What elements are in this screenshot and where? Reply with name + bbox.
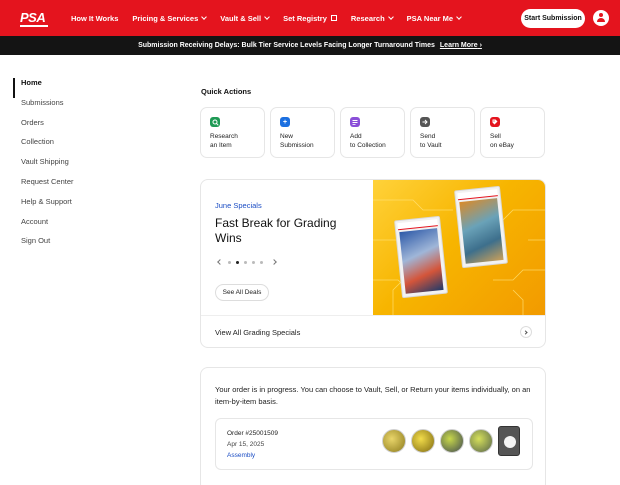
sidebar-item-help-support[interactable]: Help & Support: [13, 197, 123, 217]
external-link-icon: [330, 15, 337, 21]
chevron-down-icon: [456, 13, 462, 20]
plus-icon: +: [280, 117, 290, 127]
coin-thumbnail: [411, 429, 435, 453]
sidebar-item-collection[interactable]: Collection: [13, 137, 123, 157]
start-submission-button[interactable]: Start Submission: [521, 9, 585, 28]
quick-actions-title: Quick Actions: [201, 87, 252, 96]
nav-label: Vault & Sell: [220, 13, 262, 23]
tag-icon: [490, 117, 500, 127]
order-status: Assembly: [227, 452, 256, 459]
quick-action-new-submission[interactable]: + New Submission: [270, 107, 335, 158]
quick-action-label: Send to Vault: [420, 133, 442, 149]
nav-psa-near-me[interactable]: PSA Near Me: [406, 13, 462, 23]
carousel-dot[interactable]: [228, 260, 231, 264]
nav-research[interactable]: Research: [350, 13, 394, 23]
collection-icon: [350, 117, 360, 127]
nav-label: Set Registry: [283, 13, 327, 23]
psa-logo[interactable]: PSA: [20, 11, 48, 27]
coin-thumbnail: [469, 429, 493, 453]
quick-action-sell-ebay[interactable]: Sell on eBay: [480, 107, 545, 158]
chevron-left-icon[interactable]: [217, 259, 223, 265]
card-art: [399, 228, 444, 294]
nav-label: Pricing & Services: [132, 13, 199, 23]
logo-text: PSA: [20, 11, 48, 27]
chevron-down-icon: [264, 13, 270, 20]
quick-action-send-vault[interactable]: Send to Vault: [410, 107, 475, 158]
quick-action-label: Add to Collection: [350, 133, 386, 149]
nav-how-it-works[interactable]: How It Works: [71, 14, 118, 23]
view-all-specials-row[interactable]: View All Grading Specials: [201, 315, 545, 347]
search-icon: [210, 117, 220, 127]
specials-kicker: June Specials: [215, 201, 262, 210]
learn-more-label: Learn More: [439, 42, 478, 49]
sidebar-item-account[interactable]: Account: [13, 217, 123, 237]
slab-thumbnail: [498, 426, 520, 456]
nav-pricing-services[interactable]: Pricing & Services: [132, 13, 208, 23]
carousel-dot-active[interactable]: [236, 260, 239, 264]
graded-cards-promo-image: [373, 180, 545, 315]
order-item-thumbnails: [382, 426, 525, 456]
graded-card-slab: [394, 215, 448, 299]
send-arrow-icon: [420, 117, 430, 127]
carousel-dot[interactable]: [244, 260, 247, 264]
carousel-controls: [217, 259, 277, 265]
specials-title: Fast Break for Grading Wins: [215, 216, 337, 245]
order-progress-message: Your order is in progress. You can choos…: [215, 385, 531, 406]
order-summary-row[interactable]: Order #25001509 Apr 15, 2025 Assembly: [215, 418, 533, 470]
quick-action-research[interactable]: Research an Item: [200, 107, 265, 158]
account-avatar-icon[interactable]: [593, 10, 609, 26]
order-number: Order #25001509: [227, 430, 278, 437]
coin-thumbnail: [440, 429, 464, 453]
sidebar-nav: Home Submissions Orders Collection Vault…: [13, 78, 123, 256]
avatar-head: [599, 13, 603, 17]
quick-action-label: Research an Item: [210, 133, 238, 149]
nav-set-registry[interactable]: Set Registry: [283, 14, 337, 23]
card-art: [459, 198, 504, 264]
sidebar-item-vault-shipping[interactable]: Vault Shipping: [13, 157, 123, 177]
quick-actions-row: Research an Item + New Submission Add to Co…: [200, 107, 550, 158]
sidebar-item-submissions[interactable]: Submissions: [13, 98, 123, 118]
avatar-body: [597, 18, 605, 22]
sidebar-item-home[interactable]: Home: [13, 78, 123, 98]
coin-thumbnail: [382, 429, 406, 453]
main-nav: How It Works Pricing & Services Vault & …: [71, 0, 475, 36]
top-navigation-bar: PSA How It Works Pricing & Services Vaul…: [0, 0, 620, 36]
chevron-down-icon: [201, 13, 208, 20]
view-all-specials-label: View All Grading Specials: [215, 328, 301, 337]
sidebar-item-request-center[interactable]: Request Center: [13, 177, 123, 197]
nav-label: PSA Near Me: [406, 13, 454, 23]
nav-label: How It Works: [71, 13, 119, 23]
june-specials-card: June Specials Fast Break for Grading Win…: [200, 179, 546, 348]
nav-vault-sell[interactable]: Vault & Sell: [220, 13, 270, 23]
graded-card-slab: [454, 185, 508, 269]
chevron-right-icon[interactable]: [271, 259, 277, 265]
chevron-down-icon: [387, 13, 394, 20]
quick-action-label: New Submission: [280, 133, 314, 149]
order-date: Apr 15, 2025: [227, 441, 265, 448]
announcement-banner: Submission Receiving Delays: Bulk Tier S…: [0, 36, 620, 55]
sidebar-item-sign-out[interactable]: Sign Out: [13, 236, 123, 256]
see-all-deals-button[interactable]: See All Deals: [215, 284, 269, 301]
nav-label: Research: [350, 13, 385, 23]
learn-more-link[interactable]: Learn More ›: [440, 42, 482, 49]
quick-action-add-collection[interactable]: Add to Collection: [340, 107, 405, 158]
carousel-dot[interactable]: [252, 260, 255, 264]
order-progress-card: Your order is in progress. You can choos…: [200, 367, 546, 485]
quick-action-label: Sell on eBay: [490, 133, 514, 149]
sidebar-item-orders[interactable]: Orders: [13, 118, 123, 138]
carousel-dot[interactable]: [260, 260, 263, 264]
chevron-right-icon[interactable]: [520, 326, 532, 338]
banner-message: Submission Receiving Delays: Bulk Tier S…: [138, 42, 435, 49]
